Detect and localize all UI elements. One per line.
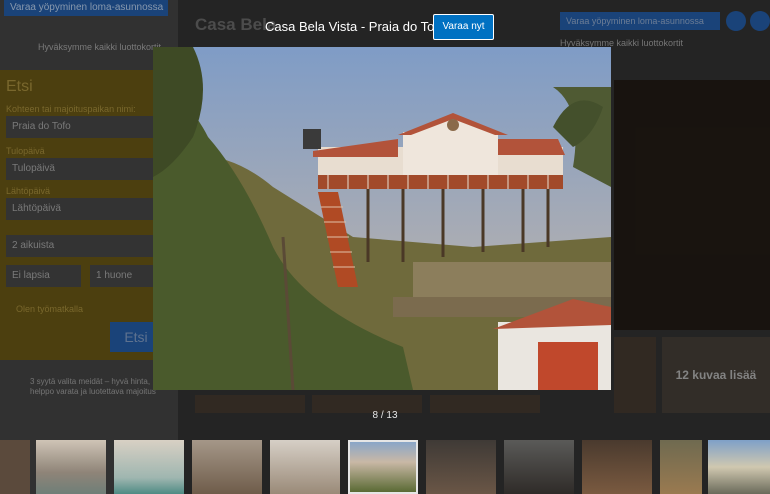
lightbox-title: Casa Bela Vista - Praia do Tofo [265,19,446,34]
page: Varaa yöpyminen loma-asunnossa Hyväksymm… [0,0,770,494]
interior-thumbnail-3[interactable] [582,440,652,494]
photo-counter: 8 / 13 [372,410,398,421]
room-thumbnail-2[interactable] [114,440,184,494]
room-thumbnail-3[interactable] [192,440,262,494]
room-thumbnail-0[interactable] [0,440,30,494]
house-photo-image [153,47,611,390]
deck-thumbnail[interactable] [660,440,702,494]
lightbox-photo[interactable] [153,47,611,390]
room-thumbnail-1[interactable] [36,440,106,494]
house-thumbnail[interactable] [348,440,418,494]
interior-thumbnail-1[interactable] [426,440,496,494]
book-now-button[interactable]: Varaa nyt [433,14,494,40]
room-thumbnail-4[interactable] [270,440,340,494]
interior-thumbnail-2[interactable] [504,440,574,494]
beach-thumbnail[interactable] [708,440,770,494]
thumbnail-strip [0,440,770,494]
